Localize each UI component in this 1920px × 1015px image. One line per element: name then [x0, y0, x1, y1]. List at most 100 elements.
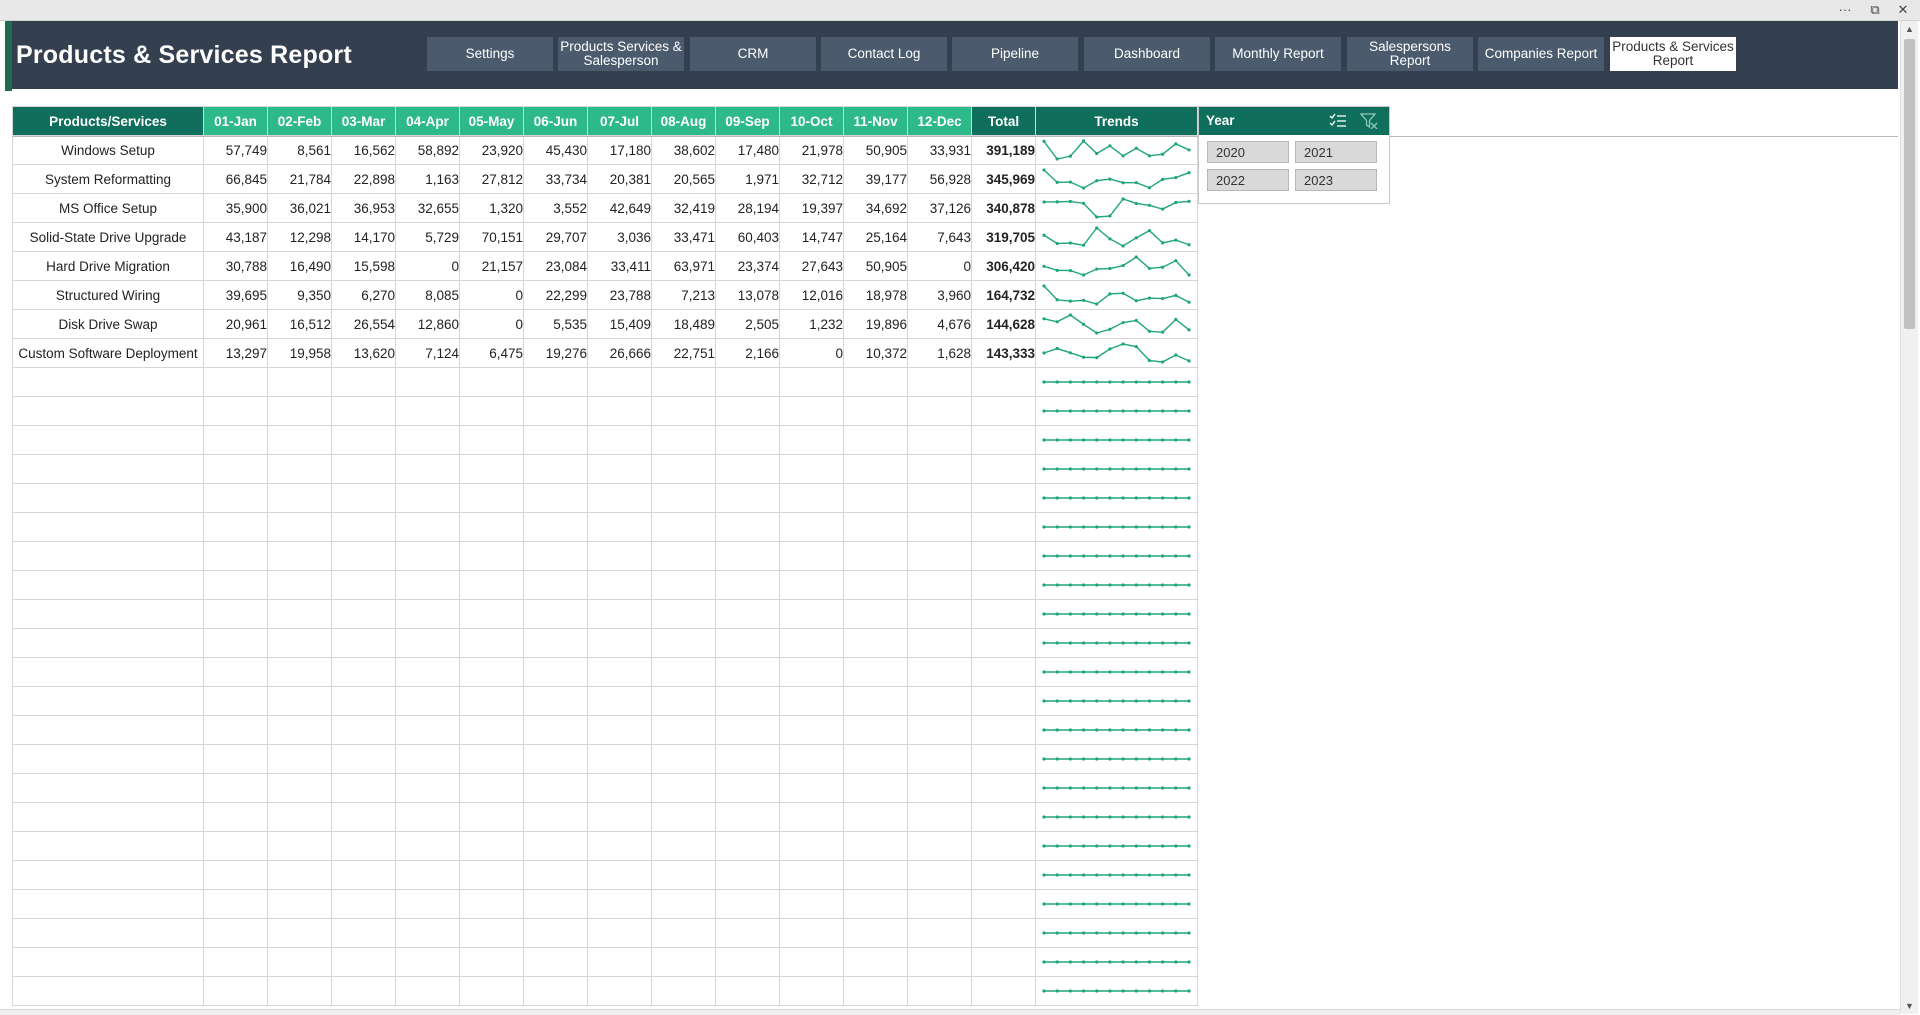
empty-cell[interactable]: [267, 541, 332, 571]
empty-cell[interactable]: [331, 483, 396, 513]
total-cell[interactable]: 144,628: [971, 309, 1036, 339]
empty-cell[interactable]: [907, 657, 972, 687]
month-value-cell[interactable]: 22,299: [523, 280, 588, 310]
empty-cell[interactable]: [715, 367, 780, 397]
month-value-cell[interactable]: 0: [395, 251, 460, 281]
nav-button-contact-log[interactable]: Contact Log: [821, 37, 947, 71]
empty-cell[interactable]: [651, 454, 716, 484]
empty-cell[interactable]: [459, 918, 524, 948]
month-value-cell[interactable]: 6,270: [331, 280, 396, 310]
empty-cell[interactable]: [523, 831, 588, 861]
empty-cell[interactable]: [267, 802, 332, 832]
empty-cell[interactable]: [843, 831, 908, 861]
month-value-cell[interactable]: 50,905: [843, 251, 908, 281]
empty-cell[interactable]: [907, 744, 972, 774]
empty-cell[interactable]: [459, 628, 524, 658]
empty-cell[interactable]: [459, 860, 524, 890]
empty-cell[interactable]: [907, 367, 972, 397]
empty-cell[interactable]: [715, 454, 780, 484]
trend-cell[interactable]: [1035, 280, 1198, 310]
vertical-scrollbar[interactable]: ▲ ▼: [1900, 21, 1918, 1014]
empty-cell[interactable]: [587, 686, 652, 716]
empty-cell[interactable]: [523, 657, 588, 687]
empty-cell[interactable]: [459, 367, 524, 397]
empty-cell[interactable]: [907, 483, 972, 513]
empty-cell[interactable]: [651, 918, 716, 948]
empty-cell[interactable]: [971, 802, 1036, 832]
empty-cell[interactable]: [331, 570, 396, 600]
month-value-cell[interactable]: 60,403: [715, 222, 780, 252]
month-value-cell[interactable]: 30,788: [203, 251, 268, 281]
empty-cell[interactable]: [267, 512, 332, 542]
month-value-cell[interactable]: 23,374: [715, 251, 780, 281]
month-value-cell[interactable]: 32,655: [395, 193, 460, 223]
trend-cell[interactable]: [1035, 164, 1198, 194]
product-name-cell[interactable]: System Reformatting: [12, 164, 204, 194]
empty-cell[interactable]: [779, 889, 844, 919]
empty-cell[interactable]: [715, 889, 780, 919]
empty-cell[interactable]: [331, 425, 396, 455]
empty-cell[interactable]: [779, 947, 844, 977]
empty-cell[interactable]: [523, 570, 588, 600]
month-value-cell[interactable]: 26,666: [587, 338, 652, 368]
empty-cell[interactable]: [587, 425, 652, 455]
month-value-cell[interactable]: 18,489: [651, 309, 716, 339]
empty-cell[interactable]: [971, 512, 1036, 542]
total-cell[interactable]: 340,878: [971, 193, 1036, 223]
empty-cell[interactable]: [459, 483, 524, 513]
empty-cell[interactable]: [651, 657, 716, 687]
slicer-item-2022[interactable]: 2022: [1207, 169, 1289, 191]
empty-cell[interactable]: [523, 396, 588, 426]
empty-cell[interactable]: [971, 599, 1036, 629]
month-value-cell[interactable]: 39,695: [203, 280, 268, 310]
month-value-cell[interactable]: 0: [779, 338, 844, 368]
empty-cell[interactable]: [779, 425, 844, 455]
empty-cell[interactable]: [12, 657, 204, 687]
empty-cell[interactable]: [203, 454, 268, 484]
empty-cell[interactable]: [779, 918, 844, 948]
empty-cell[interactable]: [12, 976, 204, 1006]
month-value-cell[interactable]: 0: [459, 309, 524, 339]
empty-cell[interactable]: [843, 918, 908, 948]
empty-cell[interactable]: [395, 541, 460, 571]
month-value-cell[interactable]: 63,971: [651, 251, 716, 281]
empty-cell[interactable]: [395, 454, 460, 484]
trend-cell[interactable]: [1035, 889, 1198, 919]
empty-cell[interactable]: [651, 686, 716, 716]
empty-cell[interactable]: [523, 367, 588, 397]
empty-cell[interactable]: [715, 512, 780, 542]
empty-cell[interactable]: [651, 483, 716, 513]
product-name-cell[interactable]: Windows Setup: [12, 135, 204, 165]
month-value-cell[interactable]: 1,971: [715, 164, 780, 194]
nav-button-products-services-report[interactable]: Products & Services Report: [1610, 37, 1736, 71]
empty-cell[interactable]: [203, 396, 268, 426]
month-value-cell[interactable]: 70,151: [459, 222, 524, 252]
empty-cell[interactable]: [331, 686, 396, 716]
product-name-cell[interactable]: MS Office Setup: [12, 193, 204, 223]
empty-cell[interactable]: [267, 628, 332, 658]
empty-cell[interactable]: [203, 367, 268, 397]
empty-cell[interactable]: [779, 860, 844, 890]
month-value-cell[interactable]: 25,164: [843, 222, 908, 252]
empty-cell[interactable]: [203, 570, 268, 600]
empty-cell[interactable]: [971, 541, 1036, 571]
empty-cell[interactable]: [459, 570, 524, 600]
empty-cell[interactable]: [843, 512, 908, 542]
empty-cell[interactable]: [203, 715, 268, 745]
empty-cell[interactable]: [779, 570, 844, 600]
empty-cell[interactable]: [203, 947, 268, 977]
empty-cell[interactable]: [779, 483, 844, 513]
month-value-cell[interactable]: 16,512: [267, 309, 332, 339]
month-value-cell[interactable]: 18,978: [843, 280, 908, 310]
month-value-cell[interactable]: 20,565: [651, 164, 716, 194]
product-name-cell[interactable]: Structured Wiring: [12, 280, 204, 310]
empty-cell[interactable]: [715, 831, 780, 861]
trend-cell[interactable]: [1035, 425, 1198, 455]
empty-cell[interactable]: [843, 657, 908, 687]
month-value-cell[interactable]: 20,381: [587, 164, 652, 194]
empty-cell[interactable]: [459, 947, 524, 977]
empty-cell[interactable]: [523, 976, 588, 1006]
month-value-cell[interactable]: 23,788: [587, 280, 652, 310]
more-options-icon[interactable]: ···: [1832, 0, 1858, 20]
month-value-cell[interactable]: 17,480: [715, 135, 780, 165]
